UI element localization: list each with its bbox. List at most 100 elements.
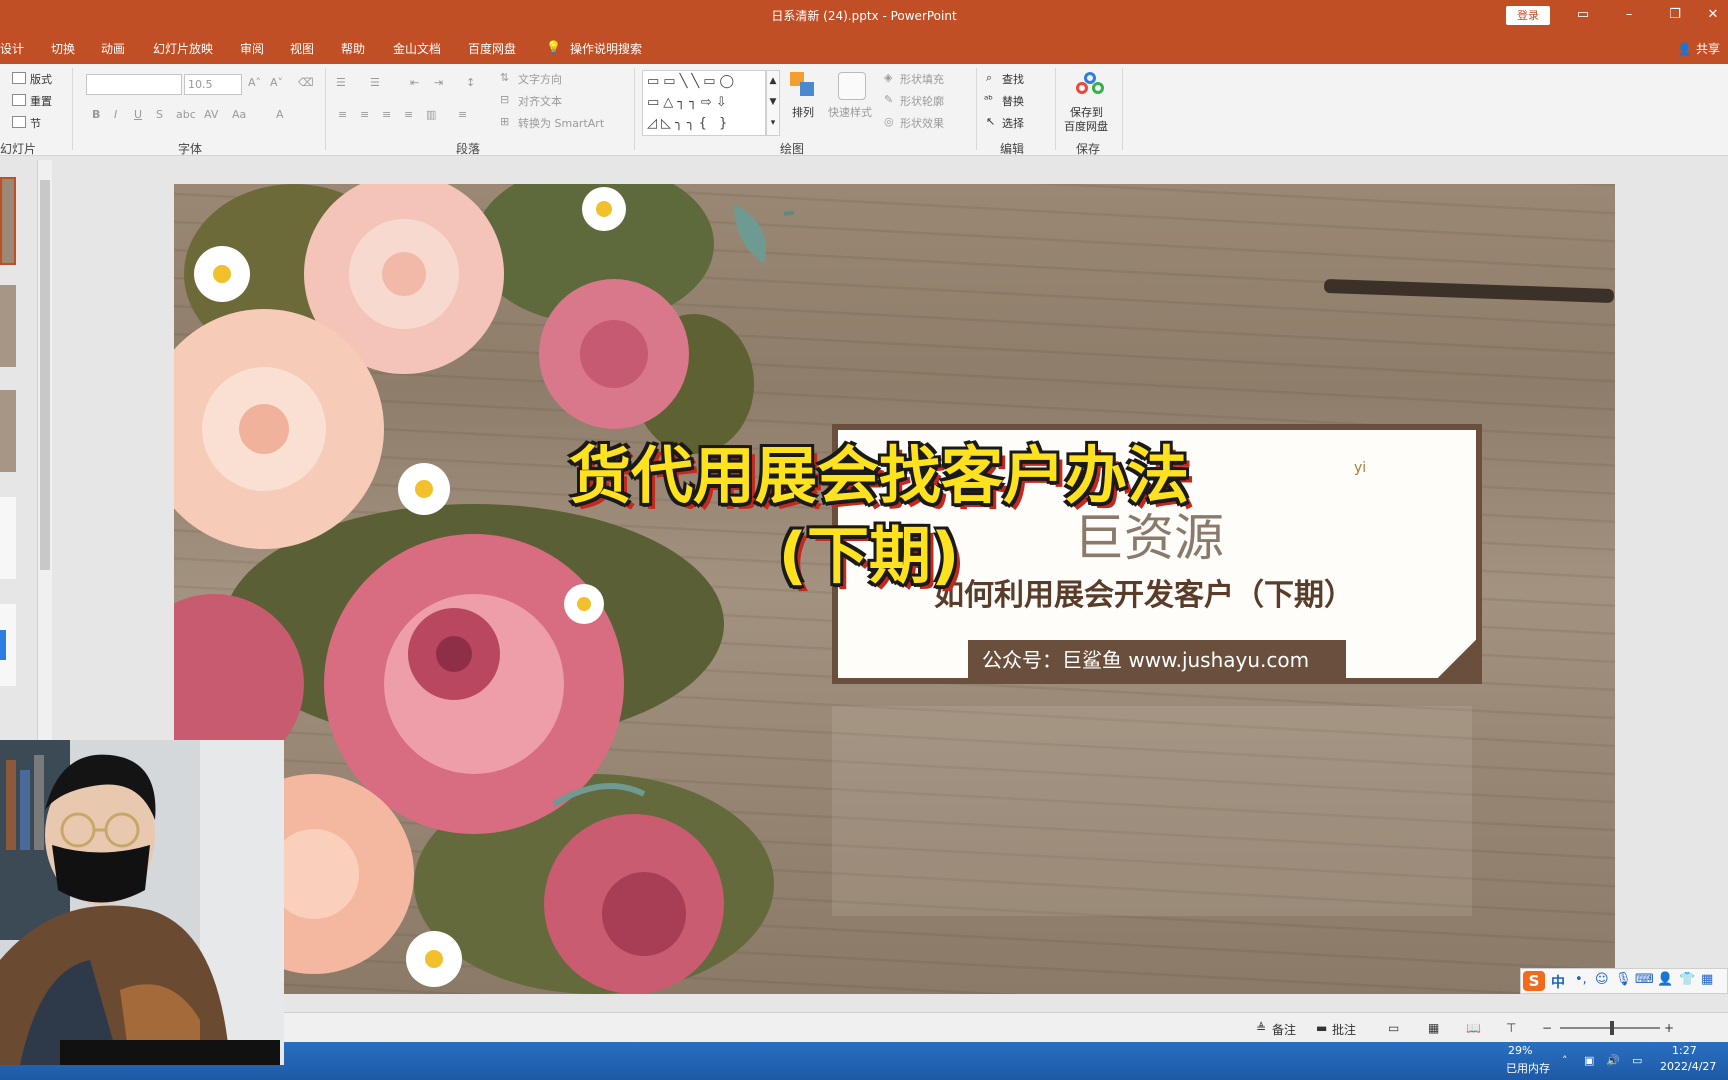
font-name-combo[interactable] [86,74,182,95]
layout-button[interactable]: 版式 [30,71,52,87]
notes-button[interactable]: 备注 [1272,1021,1296,1038]
zoom-out-icon[interactable]: − [1542,1021,1552,1035]
card-corner-decoration [1432,634,1482,684]
sogou-logo-icon[interactable]: S [1523,971,1545,991]
font-color-icon[interactable]: A [276,108,284,121]
webcam-video-overlay [0,740,284,1065]
share-button[interactable]: 👤 共享 [1677,40,1720,57]
slide-sorter-icon[interactable]: ▦ [1428,1021,1439,1035]
slide-thumbnail-2[interactable] [0,285,16,367]
columns-icon[interactable]: ▥ [426,108,436,121]
find-button[interactable]: 查找 [1002,71,1024,87]
microphone-icon[interactable]: 🎙 [1615,972,1632,987]
ime-mode-indicator[interactable]: 中 [1551,972,1565,992]
tab-baidu-netdisk[interactable]: 百度网盘 [468,40,516,57]
network-icon[interactable]: ▣ [1584,1054,1594,1067]
increase-indent-icon[interactable]: ⇥ [434,76,443,89]
tab-design[interactable]: 设计 [0,40,24,57]
shape-effects-button[interactable]: 形状效果 [900,115,944,131]
distribute-icon[interactable]: ≡ [458,108,467,121]
keyboard-icon[interactable]: ⌨ [1635,972,1654,987]
emoji-icon[interactable]: ☺ [1595,972,1609,987]
convert-smartart-button[interactable]: 转换为 SmartArt [518,115,604,131]
memory-percent: 29% [1508,1044,1533,1057]
clock-date[interactable]: 2022/4/27 [1660,1060,1716,1073]
zoom-in-icon[interactable]: + [1664,1021,1674,1035]
comments-button[interactable]: 批注 [1332,1021,1356,1038]
replace-icon: ᵃᵇ [984,93,994,106]
window-title: 日系清新 (24).pptx - PowerPoint [771,9,957,23]
slideshow-icon[interactable]: ⊤ [1506,1021,1516,1035]
reading-view-icon[interactable]: 📖 [1466,1021,1481,1035]
numbering-icon[interactable]: ☰ [370,76,380,89]
shape-effects-icon: ◎ [884,115,894,128]
shrink-font-icon[interactable]: A˅ [270,76,283,89]
align-text-button[interactable]: 对齐文本 [518,93,562,109]
align-right-icon[interactable]: ≡ [382,108,391,121]
shape-fill-icon: ◈ [884,71,893,84]
login-button[interactable]: 登录 [1506,6,1550,25]
line-spacing-icon[interactable]: ↕ [466,76,475,89]
ime-toolbar[interactable]: S 中 •, ☺ 🎙 ⌨ 👤 👕 ▦ [1520,968,1728,994]
ribbon-tabs: 设计 切换 动画 幻灯片放映 审阅 视图 帮助 金山文档 百度网盘 💡 操作说明… [0,32,1728,64]
normal-view-icon[interactable]: ▭ [1388,1021,1399,1035]
bold-icon[interactable]: B [92,108,100,121]
user-icon[interactable]: 👤 [1657,972,1673,987]
share-label: 共享 [1695,42,1720,56]
char-spacing-icon[interactable]: AV [204,108,218,121]
bullets-icon[interactable]: ☰ [336,76,346,89]
shape-outline-button[interactable]: 形状轮廓 [900,93,944,109]
replace-button[interactable]: 替换 [1002,93,1024,109]
close-icon[interactable]: ✕ [1690,0,1728,32]
shapes-gallery[interactable]: ▭▭╲╲▭◯ ▭△┐┐⇨⇩ ◿◺╮╮{ } [642,70,766,136]
section-button[interactable]: 节 [30,115,41,131]
tab-transitions[interactable]: 切换 [51,40,75,57]
shape-fill-button[interactable]: 形状填充 [900,71,944,87]
tab-review[interactable]: 审阅 [240,40,264,57]
skin-icon[interactable]: 👕 [1679,972,1695,987]
tab-animations[interactable]: 动画 [101,40,125,57]
font-group-label: 字体 [178,142,203,156]
tab-help[interactable]: 帮助 [341,40,365,57]
tab-view[interactable]: 视图 [290,40,314,57]
tell-me-search[interactable]: 操作说明搜索 [570,40,642,57]
slide-thumbnail-1[interactable] [0,177,16,265]
align-center-icon[interactable]: ≡ [360,108,369,121]
video-overlay-title-line1: 货代用展会找客户办法 [568,439,1189,512]
shapes-gallery-scroll[interactable]: ▲ ▼ ▾ [766,70,780,136]
section-icon [12,116,26,128]
change-case-icon[interactable]: Aa [232,108,246,121]
arrange-button[interactable]: 排列 [792,104,814,120]
tray-expand-icon[interactable]: ˄ [1562,1054,1568,1067]
minimize-icon[interactable]: – [1606,0,1652,32]
font-size-combo[interactable]: 10.5 [184,74,242,95]
italic-icon[interactable]: I [114,108,117,121]
select-button[interactable]: 选择 [1002,115,1024,131]
punctuation-icon[interactable]: •, [1575,972,1587,987]
text-direction-button[interactable]: 文字方向 [518,71,562,87]
align-left-icon[interactable]: ≡ [338,108,347,121]
align-text-icon: ⊟ [500,93,510,106]
tab-slideshow[interactable]: 幻灯片放映 [153,40,213,57]
strikethrough-icon[interactable]: abc [176,108,196,121]
slides-group-label: 幻灯片 [0,142,37,156]
tab-kingsoft-docs[interactable]: 金山文档 [393,40,441,57]
lightbulb-icon[interactable]: 💡 [546,40,561,54]
ribbon-display-options-icon[interactable]: ▭ [1560,0,1606,32]
notification-icon[interactable]: ▭ [1632,1054,1642,1067]
quick-styles-icon [838,72,866,100]
card-reflection [832,706,1472,916]
reset-button[interactable]: 重置 [30,93,52,109]
slide-thumbnail-5[interactable] [0,604,16,686]
justify-icon[interactable]: ≡ [404,108,413,121]
volume-icon[interactable]: 🔊 [1606,1054,1620,1067]
shadow-icon[interactable]: S [156,108,163,121]
zoom-slider-knob[interactable] [1610,1021,1614,1035]
underline-icon[interactable]: U [134,108,142,121]
quick-styles-button[interactable]: 快速样式 [828,104,872,120]
toolbox-icon[interactable]: ▦ [1701,972,1713,987]
grow-font-icon[interactable]: A˄ [248,76,261,89]
clear-format-icon[interactable]: ⌫ [298,76,314,89]
decrease-indent-icon[interactable]: ⇤ [410,76,419,89]
clock-time[interactable]: 1:27 [1672,1044,1697,1057]
